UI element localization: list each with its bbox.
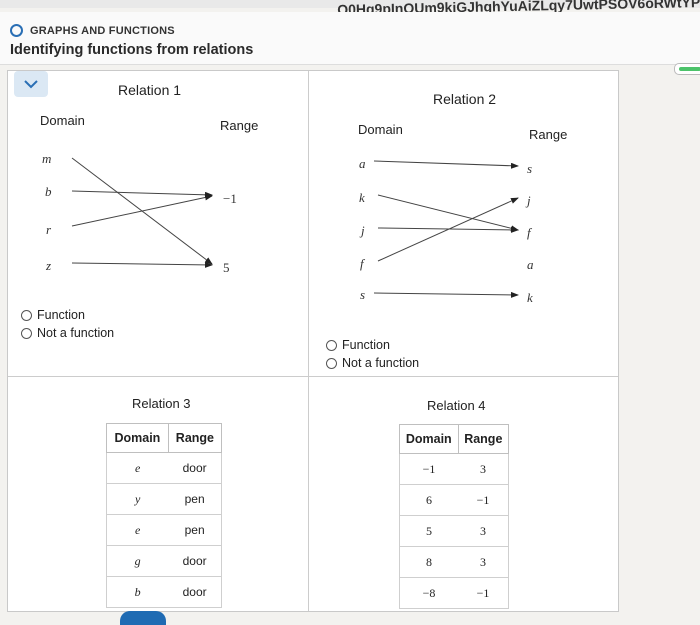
table-cell: 3 — [458, 515, 510, 547]
table-row: 6 −1 — [399, 484, 510, 516]
table-cell: y — [106, 483, 169, 515]
relation3-table: Domain Range e door y pen e pen g door b — [106, 423, 223, 608]
topic-label: GRAPHS AND FUNCTIONS — [30, 24, 175, 37]
option-label: Not a function — [342, 356, 420, 370]
table-row: g door — [106, 545, 223, 577]
progress-tab[interactable] — [674, 63, 700, 75]
option-label: Function — [342, 338, 390, 352]
relation2-mapping-arrows — [373, 160, 519, 298]
relation3-title: Relation 3 — [132, 396, 191, 411]
table-cell: door — [168, 545, 223, 577]
table-cell: 3 — [458, 546, 510, 578]
arrow-line — [377, 194, 519, 232]
table-cell: e — [106, 452, 169, 484]
table-row: b door — [106, 576, 223, 608]
table-cell: 5 — [399, 515, 459, 547]
horizontal-divider — [8, 376, 618, 377]
table-cell: door — [168, 576, 223, 608]
check-button[interactable] — [120, 611, 166, 625]
table-row: y pen — [106, 483, 223, 515]
relation3-header-domain: Domain — [106, 423, 169, 453]
relation4-header-domain: Domain — [399, 424, 459, 454]
table-cell: −1 — [458, 577, 510, 609]
page-title: Identifying functions from relations — [10, 42, 254, 58]
table-row: 5 3 — [399, 515, 510, 547]
table-cell: pen — [168, 514, 223, 546]
table-row: e door — [106, 452, 223, 484]
topic-circle-icon — [10, 24, 23, 37]
table-cell: −8 — [399, 577, 459, 609]
arrow-line — [373, 160, 519, 169]
browser-url-bar: Q0Hg9pInQUm9kiGJhghYuAiZLqy7UwtPSOV6oRWt… — [0, 0, 700, 18]
radio-icon[interactable] — [326, 357, 337, 369]
table-cell: b — [106, 576, 169, 608]
table-row: 8 3 — [399, 546, 510, 578]
table-cell: g — [106, 545, 169, 577]
table-cell: 3 — [458, 453, 510, 485]
table-cell: e — [106, 514, 169, 546]
table-cell: 8 — [399, 546, 459, 578]
table-cell: 6 — [399, 484, 459, 516]
relation3-header-range: Range — [167, 423, 223, 453]
relation2-option-not-function[interactable]: Not a function — [326, 356, 419, 370]
table-cell: −1 — [399, 453, 459, 485]
relation4-table: Domain Range −1 3 6 −1 5 3 8 3 −8 −1 — [399, 424, 510, 609]
relation4-title: Relation 4 — [427, 398, 486, 413]
table-row: e pen — [106, 514, 223, 546]
topic-row: GRAPHS AND FUNCTIONS — [10, 24, 175, 37]
relation4-header-range: Range — [457, 424, 510, 454]
arrow-line — [373, 291, 519, 298]
table-cell: door — [168, 452, 223, 484]
radio-icon[interactable] — [326, 339, 337, 351]
page-header: GRAPHS AND FUNCTIONS Identifying functio… — [0, 12, 700, 65]
question-panel: Relation 1 Domain Range m b r z −1 5 Fun… — [7, 70, 619, 612]
table-cell: pen — [168, 483, 223, 515]
table-row: −8 −1 — [399, 577, 510, 609]
relation2-option-function[interactable]: Function — [326, 338, 390, 352]
table-cell: −1 — [458, 484, 510, 516]
table-row: −1 3 — [399, 453, 510, 485]
